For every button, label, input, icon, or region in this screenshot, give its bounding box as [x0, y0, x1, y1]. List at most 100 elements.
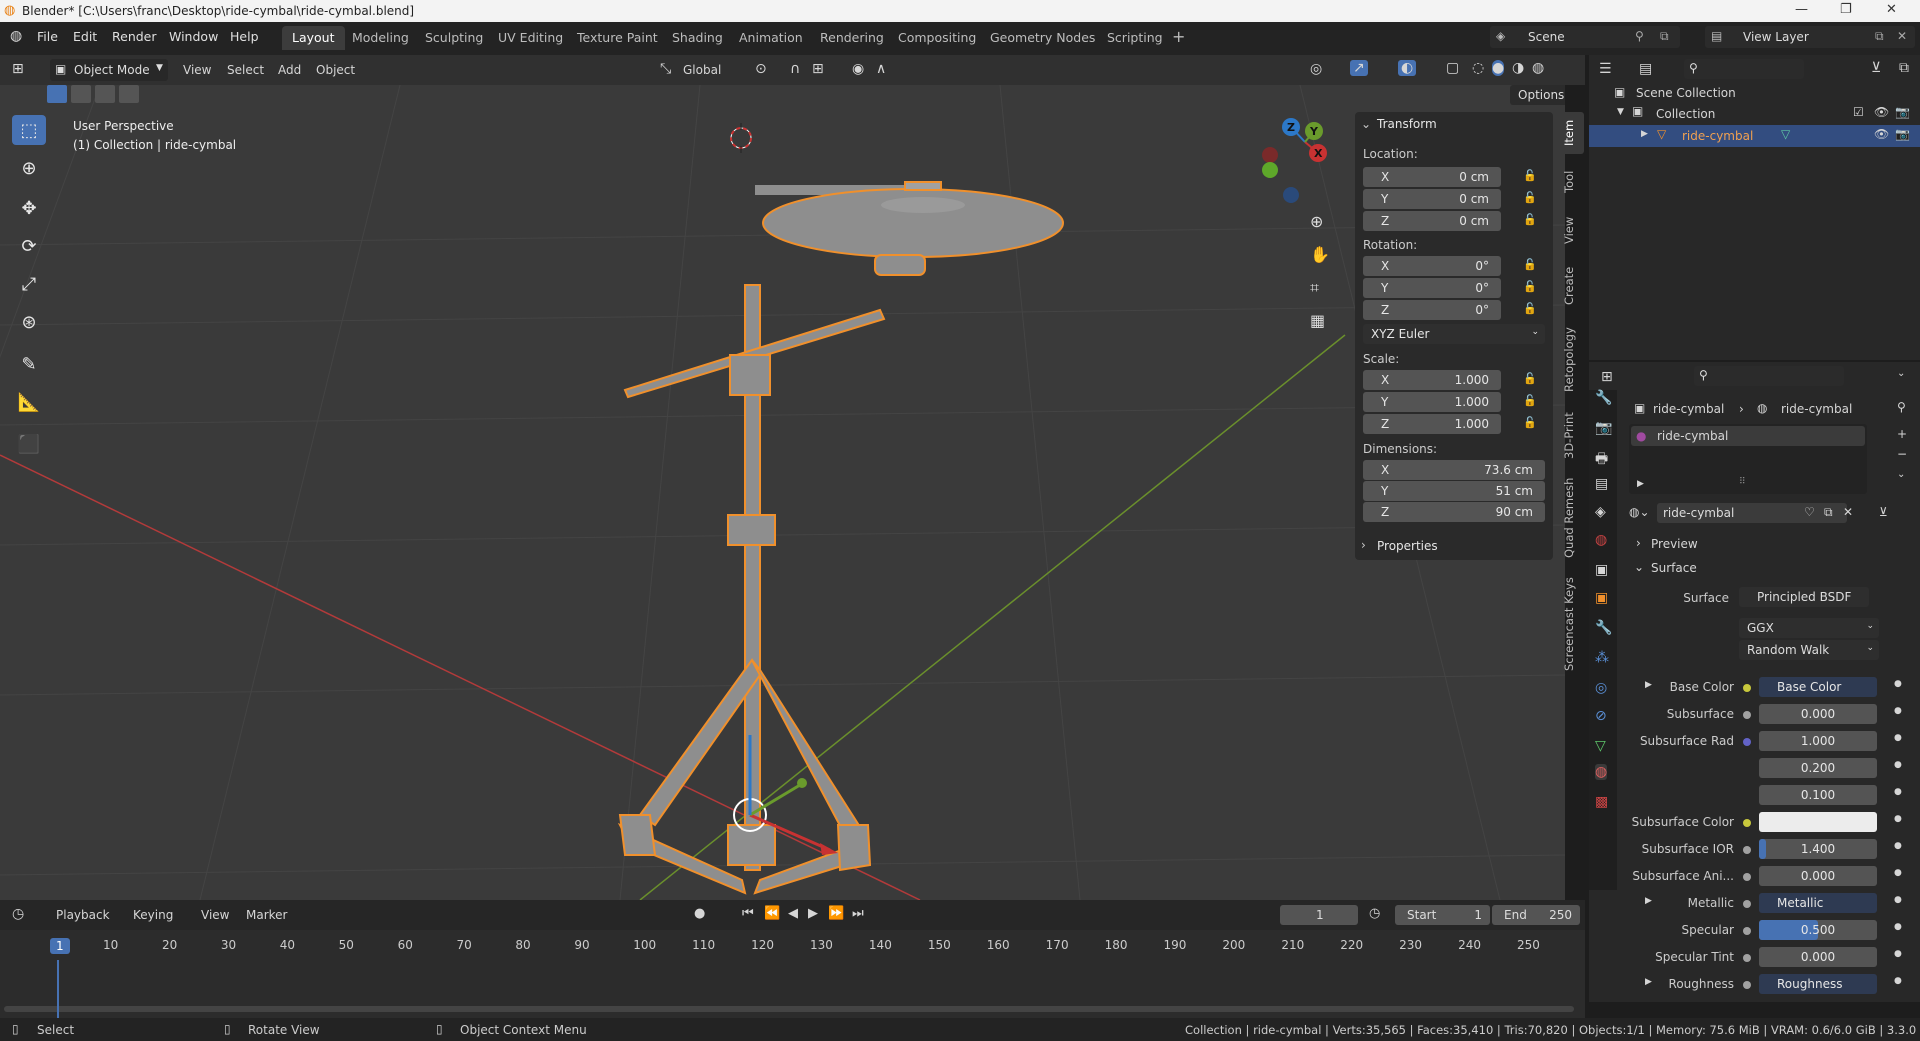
lock-icon[interactable]: 🔓 — [1523, 191, 1537, 204]
render-camera-icon[interactable]: 📷 — [1895, 127, 1910, 141]
lock-icon[interactable]: 🔓 — [1523, 213, 1537, 226]
shader-input-field[interactable]: Metallic — [1759, 893, 1877, 913]
select-invert-icon[interactable] — [119, 85, 139, 103]
keyframe-dot-icon[interactable]: ● — [1894, 814, 1902, 824]
surface-header[interactable]: Surface — [1651, 561, 1697, 575]
menu-object[interactable]: Object — [316, 63, 355, 77]
move-tool-icon[interactable]: ✥ — [12, 193, 46, 223]
wireframe-shading-icon[interactable]: ◌ — [1472, 60, 1484, 76]
socket-dot[interactable] — [1743, 846, 1751, 854]
navigation-gizmo[interactable]: Z X Y — [1262, 118, 1327, 203]
add-workspace-button[interactable]: + — [1172, 27, 1185, 46]
keyframe-dot-icon[interactable]: ● — [1894, 868, 1902, 878]
jump-start-icon[interactable]: ⏮ — [742, 906, 754, 921]
tab-geometry-nodes[interactable]: Geometry Nodes — [980, 26, 1105, 50]
unlink-icon[interactable]: ✕ — [1843, 505, 1853, 519]
tab-tool[interactable]: Tool — [1562, 162, 1584, 202]
outliner-row-ride-cymbal[interactable]: ▶ ▽ ride-cymbal ▽ 👁 📷 — [1589, 125, 1920, 147]
tab-view[interactable]: View — [1562, 208, 1584, 252]
menu-view[interactable]: View — [183, 63, 211, 77]
socket-dot[interactable] — [1743, 927, 1751, 935]
menu-file[interactable]: File — [37, 29, 58, 44]
subsurface-method-dropdown[interactable]: Random Walk ⌄ — [1739, 640, 1879, 660]
transform-header[interactable]: Transform — [1377, 117, 1437, 131]
scale-z-field[interactable]: Z 1.000 — [1363, 414, 1501, 434]
select-subtract-icon[interactable] — [95, 85, 115, 103]
tab-modeling[interactable]: Modeling — [342, 26, 419, 50]
dimensions-z-field[interactable]: Z 90 cm — [1363, 502, 1545, 522]
tool-settings-icon[interactable]: 🔧 — [1595, 390, 1612, 406]
lock-icon[interactable]: 🔓 — [1523, 302, 1537, 315]
data-properties-icon[interactable]: ▽ — [1595, 738, 1606, 754]
overlay-toggle-icon[interactable]: ◐ — [1398, 60, 1417, 76]
socket-dot[interactable] — [1743, 873, 1751, 881]
selection-mode-group[interactable] — [45, 85, 155, 105]
menu-keying[interactable]: Keying — [133, 908, 173, 922]
select-box-tool-icon[interactable]: ⬚ — [12, 115, 46, 145]
snap-icon[interactable]: ∩ — [790, 61, 800, 77]
proportional-edit-icon[interactable]: ◉ — [852, 61, 864, 77]
rotation-y-field[interactable]: Y 0° — [1363, 278, 1501, 298]
outliner-editor-icon[interactable]: ☰ — [1599, 61, 1612, 77]
menu-help[interactable]: Help — [230, 29, 259, 44]
jump-keyframe-back-icon[interactable]: ⏪ — [764, 906, 780, 921]
keyframe-dot-icon[interactable]: ● — [1894, 733, 1902, 743]
3d-cursor[interactable] — [730, 123, 752, 153]
physics-properties-icon[interactable]: ◎ — [1595, 680, 1607, 696]
scale-tool-icon[interactable]: ⤢ — [12, 269, 46, 299]
remove-view-layer-icon[interactable]: ✕ — [1897, 29, 1907, 43]
menu-select[interactable]: Select — [227, 63, 264, 77]
tab-rendering[interactable]: Rendering — [810, 26, 894, 50]
view-layer-selector[interactable]: ▤ View Layer ⧉ ✕ — [1705, 26, 1915, 48]
add-cube-tool-icon[interactable]: ⬛ — [12, 429, 46, 459]
zoom-icon[interactable]: ⊕ — [1310, 212, 1323, 231]
transform-tool-icon[interactable]: ⊛ — [12, 307, 46, 337]
record-icon[interactable]: ● — [694, 906, 705, 921]
menu-playback[interactable]: Playback — [56, 908, 110, 922]
rotate-tool-icon[interactable]: ⟳ — [12, 231, 46, 261]
timeline-scrollbar[interactable] — [4, 1006, 1574, 1012]
particles-properties-icon[interactable]: ⁂ — [1595, 650, 1609, 666]
dimensions-x-field[interactable]: X 73.6 cm — [1363, 460, 1545, 480]
tab-quad-remesh[interactable]: Quad Remesh — [1562, 472, 1584, 564]
object-properties-icon[interactable]: ▣ — [1595, 590, 1608, 606]
lock-icon[interactable]: 🔓 — [1523, 372, 1537, 385]
render-properties-icon[interactable]: 📷 — [1595, 420, 1612, 436]
annotate-tool-icon[interactable]: ✎ — [12, 349, 46, 379]
outliner-search-input[interactable]: ⚲ — [1684, 59, 1804, 79]
tab-item[interactable]: Item — [1562, 112, 1584, 154]
end-frame-field[interactable]: End 250 — [1492, 905, 1580, 925]
blender-menu-icon[interactable]: ◍ — [10, 28, 22, 44]
transform-chevron-icon[interactable]: ⌄ — [1361, 117, 1371, 131]
breadcrumb-object[interactable]: ride-cymbal — [1653, 402, 1724, 416]
gizmo-neg-x-axis[interactable] — [1262, 147, 1278, 163]
shader-input-field[interactable]: 1.400 — [1759, 839, 1877, 859]
shader-input-field[interactable]: 0.000 — [1759, 947, 1877, 967]
shader-input-field[interactable]: Base Color — [1759, 677, 1877, 697]
playhead[interactable] — [57, 960, 59, 1020]
shader-input-field[interactable]: 1.000 — [1759, 731, 1877, 751]
socket-dot[interactable] — [1743, 738, 1751, 746]
select-new-icon[interactable] — [47, 85, 67, 103]
keyframe-dot-icon[interactable]: ● — [1894, 760, 1902, 770]
editor-type-icon[interactable]: ⊞ — [12, 61, 24, 77]
lock-icon[interactable]: 🔓 — [1523, 169, 1537, 182]
3d-viewport[interactable]: Z X Y User Perspective (1) Collection | … — [0, 85, 1565, 900]
render-camera-icon[interactable]: 📷 — [1895, 105, 1910, 119]
exclude-checkbox-icon[interactable]: ☑ — [1853, 105, 1864, 119]
jump-keyframe-forward-icon[interactable]: ⏩ — [828, 906, 844, 921]
output-properties-icon[interactable]: 🖶 — [1595, 448, 1608, 472]
filter-icon[interactable]: ⊻ — [1879, 505, 1888, 519]
filter-icon[interactable]: ⊻ — [1871, 60, 1881, 76]
gizmo-toggle-icon[interactable]: ↗ — [1350, 60, 1368, 76]
menu-render[interactable]: Render — [112, 29, 157, 44]
rotation-z-field[interactable]: Z 0° — [1363, 300, 1501, 320]
socket-dot[interactable] — [1743, 684, 1751, 692]
tab-scripting[interactable]: Scripting — [1097, 26, 1173, 50]
lock-icon[interactable]: 🔓 — [1523, 394, 1537, 407]
shader-input-field[interactable]: 0.000 — [1759, 704, 1877, 724]
tab-animation[interactable]: Animation — [729, 26, 813, 50]
texture-properties-icon[interactable]: ▩ — [1595, 794, 1608, 810]
gizmo-neg-z-axis[interactable] — [1283, 187, 1299, 203]
viewport-scene[interactable]: Z X Y — [0, 85, 1565, 900]
